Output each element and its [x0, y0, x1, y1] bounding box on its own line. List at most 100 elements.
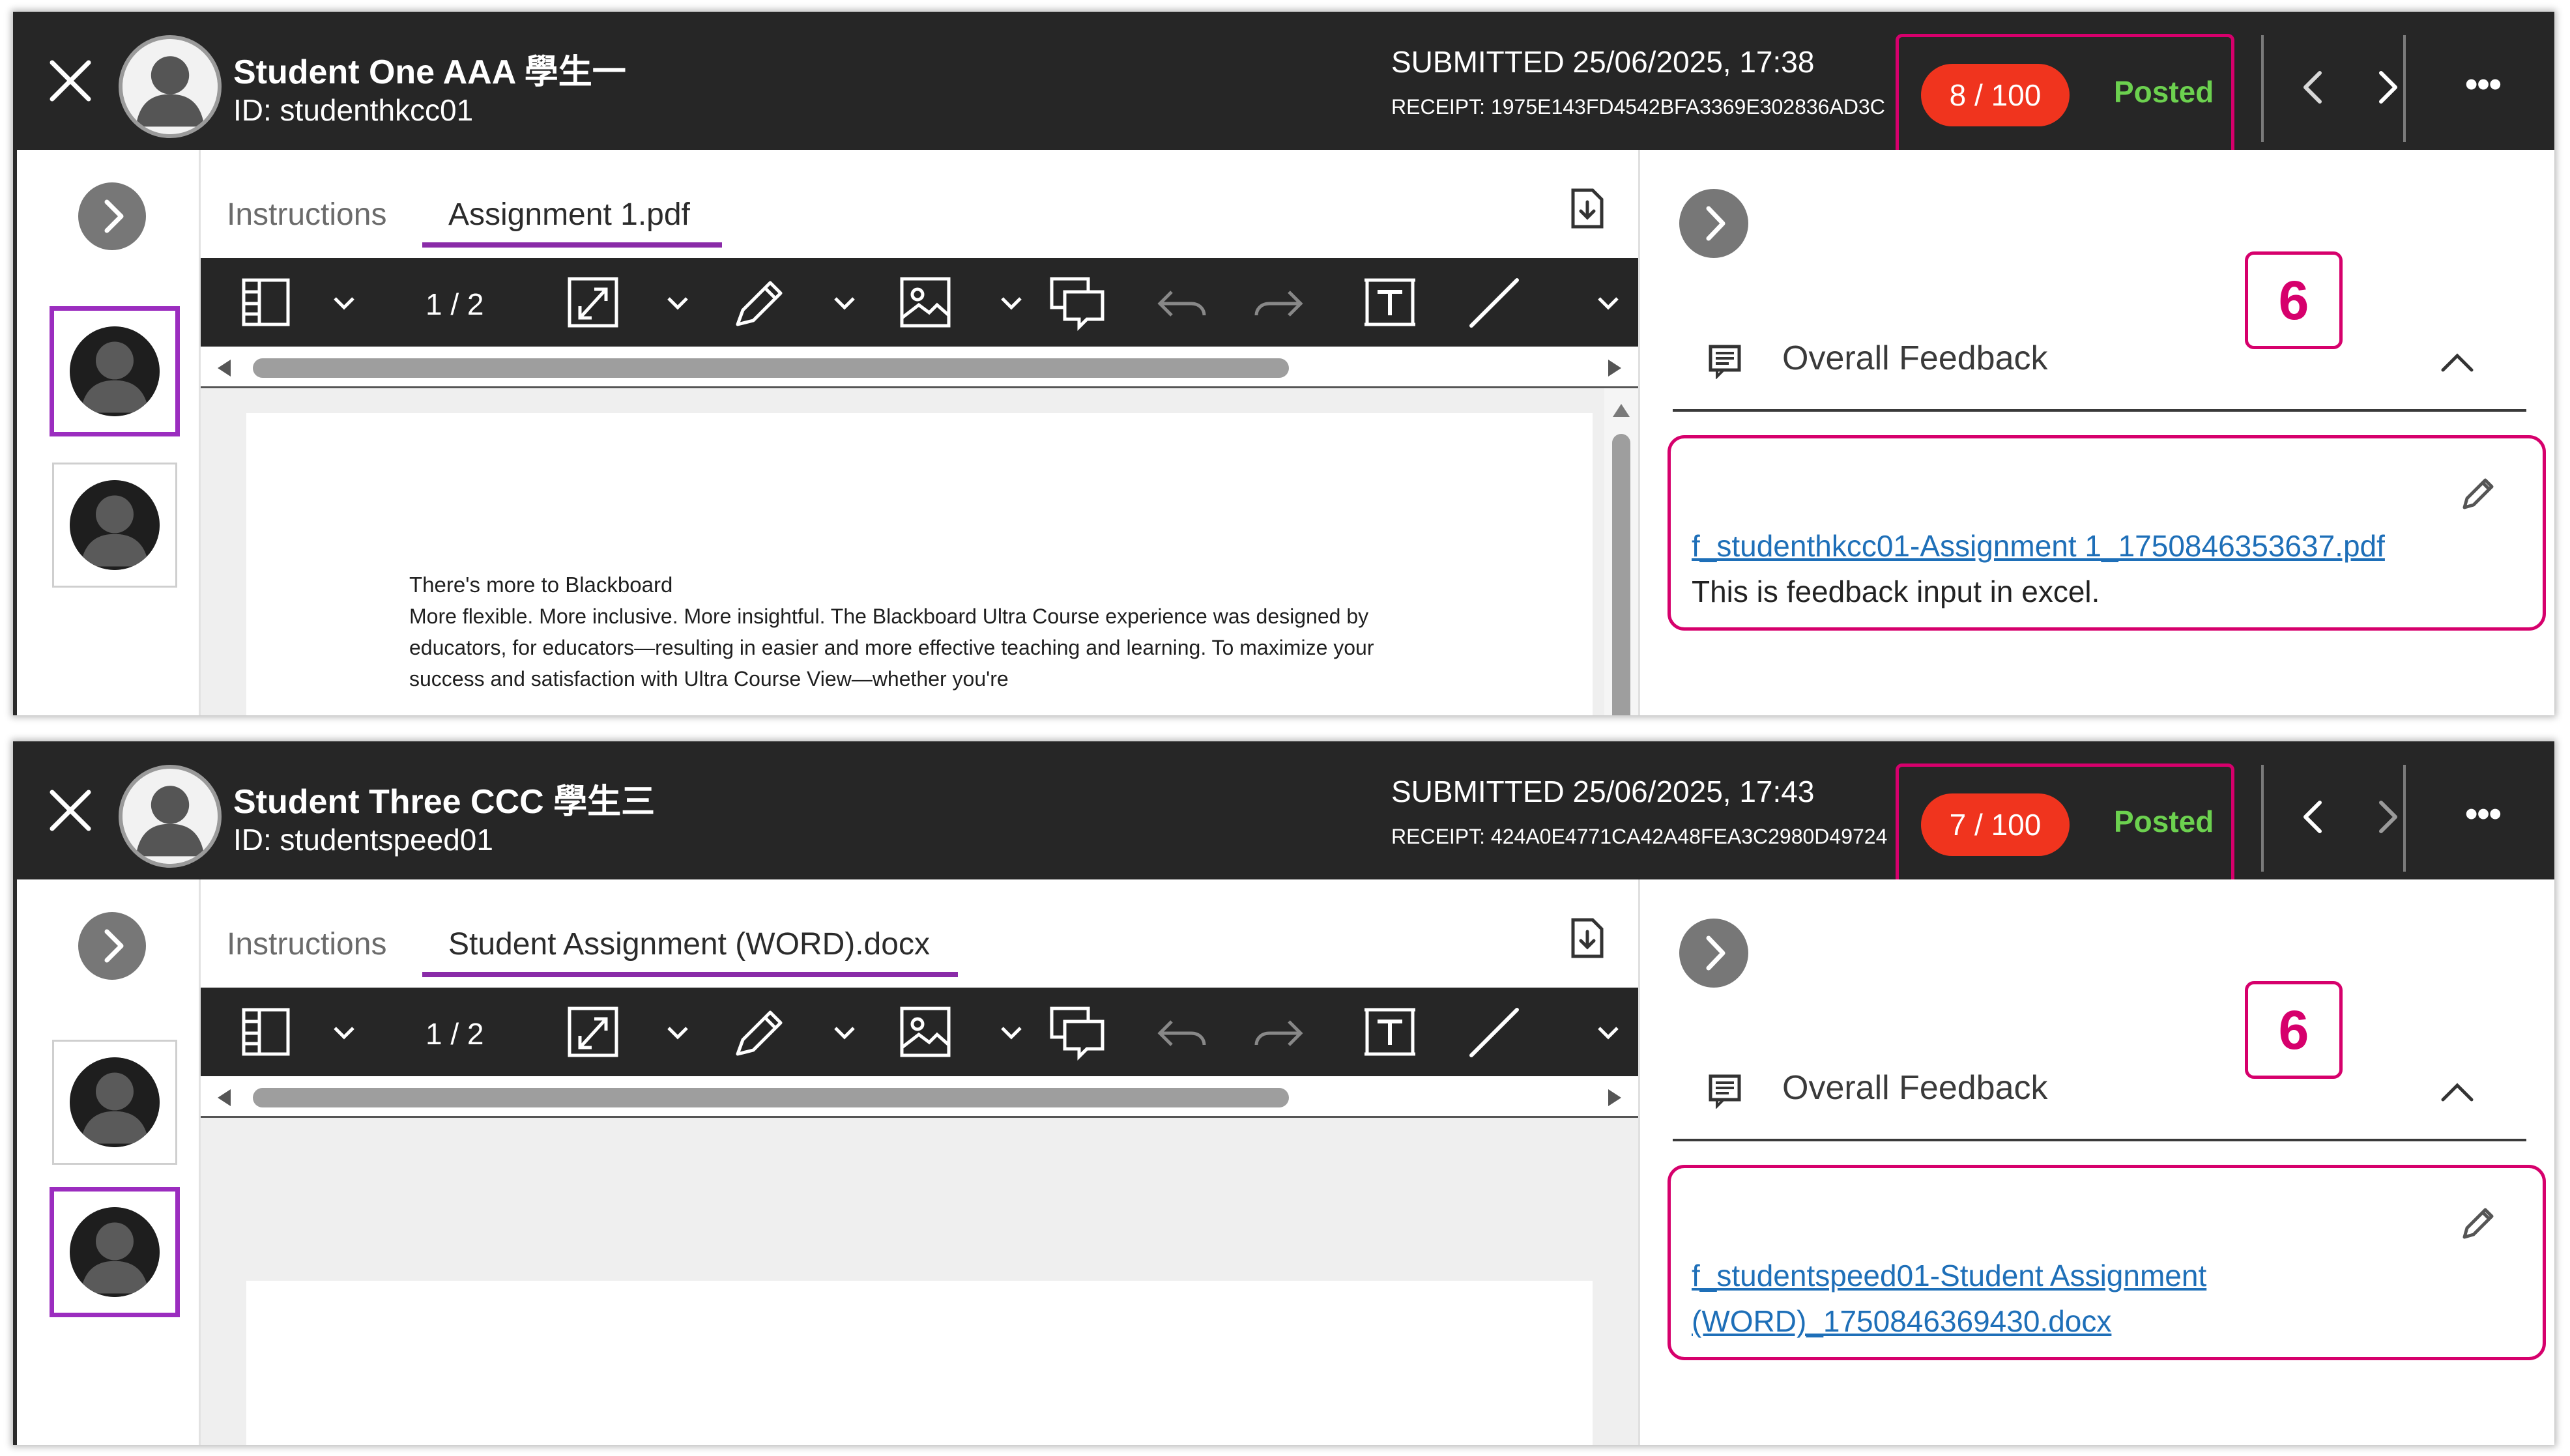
pencil-icon[interactable] [2457, 472, 2498, 514]
text-tool-icon[interactable] [1361, 272, 1419, 332]
student-id: ID: studentspeed01 [233, 823, 493, 857]
expand-panel-icon[interactable] [1679, 189, 1748, 258]
next-submission-icon[interactable] [2368, 797, 2407, 836]
next-submission-icon[interactable] [2368, 68, 2407, 107]
horizontal-scrollbar[interactable] [201, 1076, 1638, 1118]
redo-icon[interactable] [1250, 272, 1308, 332]
pen-icon[interactable] [729, 272, 788, 332]
more-options-icon[interactable]: ••• [2450, 792, 2515, 844]
submission-header: Student One AAA 學生一 ID: studenthkcc01 SU… [13, 12, 2554, 160]
text-tool-icon[interactable] [1361, 1002, 1419, 1062]
feedback-file-link[interactable]: f_studentspeed01-Student Assignment (WOR… [1692, 1253, 2278, 1344]
student-id: ID: studenthkcc01 [233, 93, 474, 127]
scroll-left-icon[interactable] [218, 360, 231, 377]
close-icon[interactable] [44, 784, 96, 836]
chevron-down-icon[interactable] [331, 1024, 357, 1041]
download-icon[interactable] [1567, 186, 1608, 231]
scroll-right-icon[interactable] [1608, 360, 1621, 377]
submitted-timestamp: SUBMITTED 25/06/2025, 17:43 [1391, 775, 1815, 808]
tab-instructions[interactable]: Instructions [227, 926, 386, 962]
expand-panel-icon[interactable] [1679, 919, 1748, 988]
expand-rail-icon[interactable] [78, 912, 146, 980]
previous-submission-icon[interactable] [2294, 797, 2333, 836]
student-rail [13, 150, 201, 715]
scrollbar-thumb[interactable] [253, 1088, 1289, 1107]
more-options-icon[interactable]: ••• [2450, 63, 2515, 115]
chevron-down-icon[interactable] [665, 1024, 691, 1041]
submission-header: Student Three CCC 學生三 ID: studentspeed01… [13, 741, 2554, 890]
chevron-down-icon[interactable] [998, 294, 1024, 311]
tab-instructions[interactable]: Instructions [227, 197, 386, 233]
feedback-file-link[interactable]: f_studenthkcc01-Assignment 1_17508463536… [1692, 523, 2474, 569]
image-icon[interactable] [898, 272, 953, 332]
chevron-down-icon[interactable] [998, 1024, 1024, 1041]
comment-icon[interactable] [1048, 1002, 1106, 1062]
student-thumbnail[interactable] [52, 1040, 177, 1165]
undo-icon[interactable] [1152, 272, 1211, 332]
chevron-down-icon[interactable] [1595, 294, 1621, 311]
student-thumbnail[interactable] [50, 306, 180, 436]
header-divider [2403, 765, 2406, 872]
feedback-icon [1707, 1072, 1743, 1109]
redo-icon[interactable] [1250, 1002, 1308, 1062]
scroll-right-icon[interactable] [1608, 1089, 1621, 1106]
active-tab-indicator [422, 972, 958, 977]
chevron-up-icon[interactable] [2438, 1072, 2477, 1111]
pen-icon[interactable] [729, 1002, 788, 1062]
scrollbar-thumb[interactable] [253, 358, 1289, 378]
overall-feedback-title: Overall Feedback [1782, 1069, 2048, 1107]
submitted-timestamp: SUBMITTED 25/06/2025, 17:38 [1391, 45, 1815, 79]
scroll-up-icon[interactable] [1613, 404, 1630, 417]
scrollbar-thumb[interactable] [1612, 434, 1630, 715]
chevron-down-icon[interactable] [665, 294, 691, 311]
download-icon[interactable] [1567, 916, 1608, 960]
undo-icon[interactable] [1152, 1002, 1211, 1062]
chevron-down-icon[interactable] [831, 1024, 858, 1041]
expand-rail-icon[interactable] [78, 182, 146, 250]
page-counter: 1 / 2 [426, 287, 484, 321]
student-thumbnail[interactable] [52, 463, 177, 588]
divider [1673, 409, 2526, 412]
chevron-down-icon[interactable] [831, 294, 858, 311]
sidebar-toggle-icon[interactable] [240, 1002, 292, 1062]
grading-panel-student-one: Student One AAA 學生一 ID: studenthkcc01 SU… [13, 12, 2554, 715]
student-rail [13, 879, 201, 1445]
chevron-down-icon[interactable] [331, 294, 357, 311]
receipt-number: RECEIPT: 1975E143FD4542BFA3369E302836AD3… [1391, 95, 1885, 119]
grade-highlight-callout [1896, 764, 2234, 890]
annotation-toolbar: 1 / 2 [201, 258, 1638, 347]
document-text: There's more to Blackboard More flexible… [409, 569, 1426, 694]
tab-submission-file[interactable]: Student Assignment (WORD).docx [448, 926, 930, 962]
feedback-panel: 6 Overall Feedback f_studenthkcc01-Assig… [1638, 150, 2554, 715]
divider [1673, 1139, 2526, 1141]
line-tool-icon[interactable] [1465, 1002, 1523, 1062]
feedback-panel: 6 Overall Feedback f_studentspeed01-Stud… [1638, 879, 2554, 1445]
comment-icon[interactable] [1048, 272, 1106, 332]
chevron-down-icon[interactable] [1595, 1024, 1621, 1041]
student-name: Student One AAA 學生一 [233, 53, 626, 91]
chevron-up-icon[interactable] [2438, 343, 2477, 382]
image-icon[interactable] [898, 1002, 953, 1062]
avatar [70, 1057, 160, 1147]
panel-edge [13, 150, 17, 715]
document-viewer: Instructions Student Assignment (WORD).d… [201, 879, 1638, 1445]
scroll-left-icon[interactable] [218, 1089, 231, 1106]
horizontal-scrollbar[interactable] [201, 347, 1638, 388]
fit-to-page-icon[interactable] [566, 272, 620, 332]
previous-submission-icon[interactable] [2294, 68, 2333, 107]
document-page [246, 1281, 1593, 1445]
grading-panel-student-three: Student Three CCC 學生三 ID: studentspeed01… [13, 741, 2554, 1445]
pencil-icon[interactable] [2457, 1202, 2498, 1244]
student-thumbnail[interactable] [50, 1187, 180, 1317]
overall-feedback-title: Overall Feedback [1782, 339, 2048, 377]
fit-to-page-icon[interactable] [566, 1002, 620, 1062]
vertical-scrollbar[interactable] [1604, 388, 1638, 715]
student-avatar [119, 35, 222, 138]
tab-submission-file[interactable]: Assignment 1.pdf [448, 197, 690, 233]
header-divider [2403, 35, 2406, 142]
line-tool-icon[interactable] [1465, 272, 1523, 332]
close-icon[interactable] [44, 55, 96, 107]
feedback-text: This is feedback input in excel. [1692, 575, 2100, 608]
document-canvas: There's more to Blackboard More flexible… [201, 388, 1638, 715]
sidebar-toggle-icon[interactable] [240, 272, 292, 332]
